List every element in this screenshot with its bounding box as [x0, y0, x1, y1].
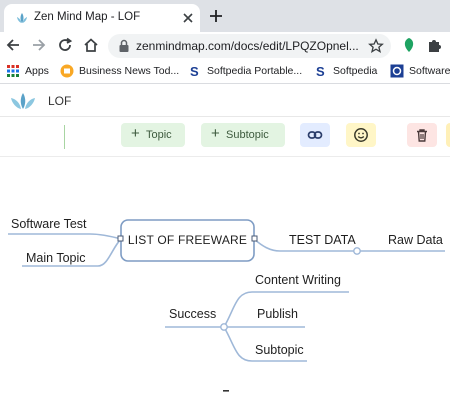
node-content-writing[interactable]: Content Writing [255, 273, 341, 287]
node-success[interactable]: Success [169, 307, 216, 321]
trash-icon [417, 129, 427, 142]
bookmarks-bar: Apps Business News Tod... S Softpedia Po… [0, 58, 450, 84]
svg-text:S: S [190, 64, 199, 78]
link-icon [307, 131, 323, 139]
plus-icon: + [211, 125, 220, 142]
back-arrow-icon[interactable] [4, 36, 22, 54]
softpedia-icon: S [190, 64, 199, 78]
root-left-handle[interactable] [117, 235, 124, 242]
close-tab-icon[interactable] [180, 10, 196, 26]
apps-grid-icon [7, 65, 19, 77]
mindmap-canvas[interactable]: LIST OF FREEWARE Software Test Main Topi… [0, 158, 450, 410]
smiley-icon [354, 128, 368, 142]
news-icon [60, 64, 74, 78]
browser-tab[interactable]: Zen Mind Map - LOF [4, 4, 200, 32]
node-publish[interactable]: Publish [257, 307, 298, 321]
zen-mindmap-favicon-icon [17, 13, 27, 23]
home-icon[interactable] [82, 36, 100, 54]
more-tools-button[interactable] [446, 123, 450, 147]
emoji-button[interactable] [346, 123, 376, 147]
node-test-data[interactable]: TEST DATA [289, 233, 356, 247]
mindmap-svg: LIST OF FREEWARE Software Test Main Topi… [8, 217, 445, 392]
app-header: LOF [0, 85, 450, 117]
root-node[interactable]: LIST OF FREEWARE [117, 219, 258, 262]
node-software-test[interactable]: Software Test [11, 217, 87, 231]
software-icon [390, 64, 404, 78]
collapse-toggle[interactable] [353, 247, 361, 255]
bookmark-star-icon[interactable] [368, 38, 384, 54]
delete-button[interactable] [407, 123, 437, 147]
url-text: zenmindmap.com/docs/edit/LPQZOpnel... [136, 39, 359, 53]
toolbar-divider [64, 125, 65, 149]
node-raw-data[interactable]: Raw Data [388, 233, 443, 247]
add-topic-button[interactable]: + Topic [121, 123, 185, 147]
extensions-puzzle-icon[interactable] [426, 36, 444, 54]
add-subtopic-button[interactable]: + Subtopic [201, 123, 285, 147]
zen-lotus-logo-icon[interactable] [6, 91, 40, 111]
plus-icon: + [131, 125, 140, 142]
text-cursor-mark [223, 390, 229, 392]
link-button[interactable] [300, 123, 330, 147]
softpedia-icon: S [316, 64, 325, 78]
browser-toolbar: zenmindmap.com/docs/edit/LPQZOpnel... [0, 32, 450, 58]
address-bar[interactable]: zenmindmap.com/docs/edit/LPQZOpnel... [108, 34, 391, 58]
node-subtopic[interactable]: Subtopic [255, 343, 304, 357]
extension-leaf-icon[interactable] [400, 36, 418, 54]
lock-icon [119, 39, 129, 52]
forward-arrow-icon[interactable] [30, 36, 48, 54]
svg-text:S: S [316, 64, 325, 78]
editor-toolbar: + Topic + Subtopic [0, 117, 450, 157]
root-node-label: LIST OF FREEWARE [128, 233, 247, 247]
map-title[interactable]: LOF [48, 94, 71, 108]
root-right-handle[interactable] [251, 235, 258, 242]
new-tab-icon[interactable] [207, 7, 225, 25]
branch-line [8, 233, 122, 240]
reload-icon[interactable] [56, 36, 74, 54]
browser-tab-strip: Zen Mind Map - LOF [0, 0, 450, 32]
tab-title: Zen Mind Map - LOF [34, 11, 141, 23]
node-main-topic[interactable]: Main Topic [26, 251, 86, 265]
collapse-toggle[interactable] [220, 323, 228, 331]
